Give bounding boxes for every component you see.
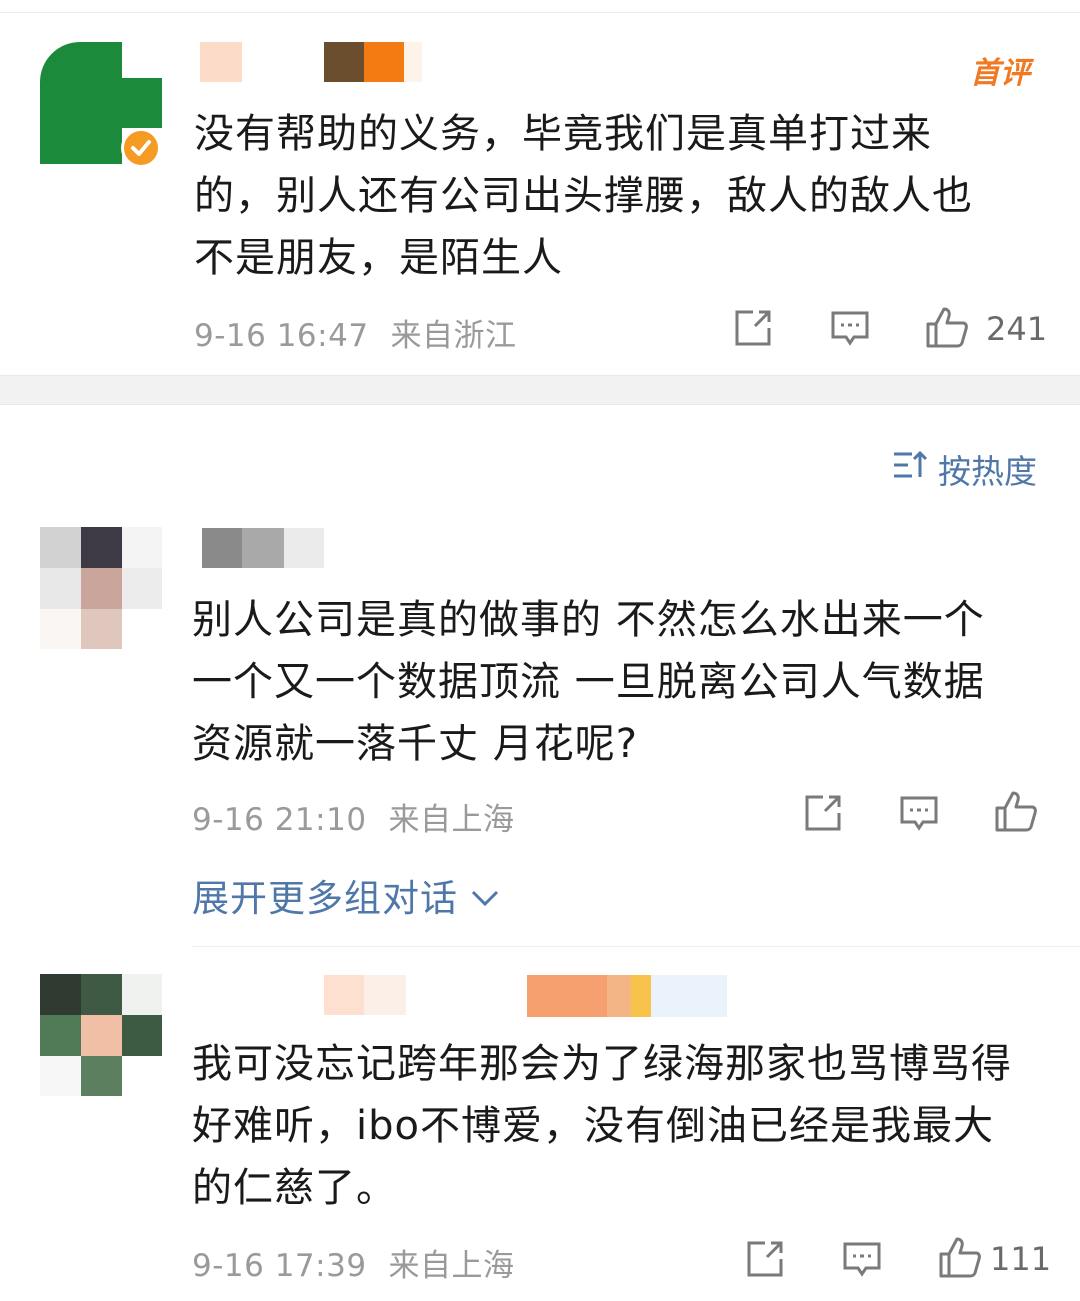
comment-text: 我可没忘记跨年那会为了绿海那家也骂博骂得 好难听，ibo不博爱，没有倒油已经是我… [192,1041,1012,1211]
avatar[interactable] [40,974,162,1096]
comment-icon[interactable] [830,308,870,348]
share-icon[interactable] [745,1239,785,1279]
comment-meta: 9-16 16:47 来自浙江 [194,310,517,355]
comment-text: 没有帮助的义务，毕竟我们是真单打过来 的，别人还有公司出头撑腰，敌人的敌人也 不… [194,111,973,281]
user-badge [527,975,727,1017]
comment-location: 来自浙江 [390,318,517,354]
first-comment-badge: 首评 [970,56,1030,91]
comment-location: 来自上海 [388,1248,515,1284]
chevron-down-icon [470,874,500,917]
section-divider [0,375,1080,405]
like-count: 241 [986,310,1048,348]
like-icon[interactable] [925,306,969,348]
comment-text: 别人公司是真的做事的 不然怎么水出来一个 一个又一个数据顶流 一旦脱离公司人气数… [192,597,985,767]
avatar[interactable] [40,527,162,649]
verified-badge-icon [121,128,161,168]
like-count: 111 [990,1240,1052,1278]
comment-time: 9-16 17:39 [192,1248,367,1284]
comment-time: 9-16 16:47 [194,318,369,354]
top-separator [0,0,1080,13]
expand-more-button[interactable]: 展开更多组对话 [192,868,500,922]
like-icon[interactable] [994,790,1038,832]
separator [192,946,1080,947]
sort-icon [892,449,928,489]
comment-location: 来自上海 [388,802,515,838]
share-icon[interactable] [733,308,773,348]
comment-icon[interactable] [899,793,939,833]
comment-icon[interactable] [842,1239,882,1279]
like-icon[interactable] [938,1236,982,1278]
comment-meta: 9-16 21:10 来自上海 [192,794,515,839]
comment-meta: 9-16 17:39 来自上海 [192,1240,515,1285]
expand-label: 展开更多组对话 [192,877,458,920]
share-icon[interactable] [803,793,843,833]
sort-label: 按热度 [938,452,1037,491]
sort-button[interactable]: 按热度 [892,445,1037,493]
comment-time: 9-16 21:10 [192,802,367,838]
